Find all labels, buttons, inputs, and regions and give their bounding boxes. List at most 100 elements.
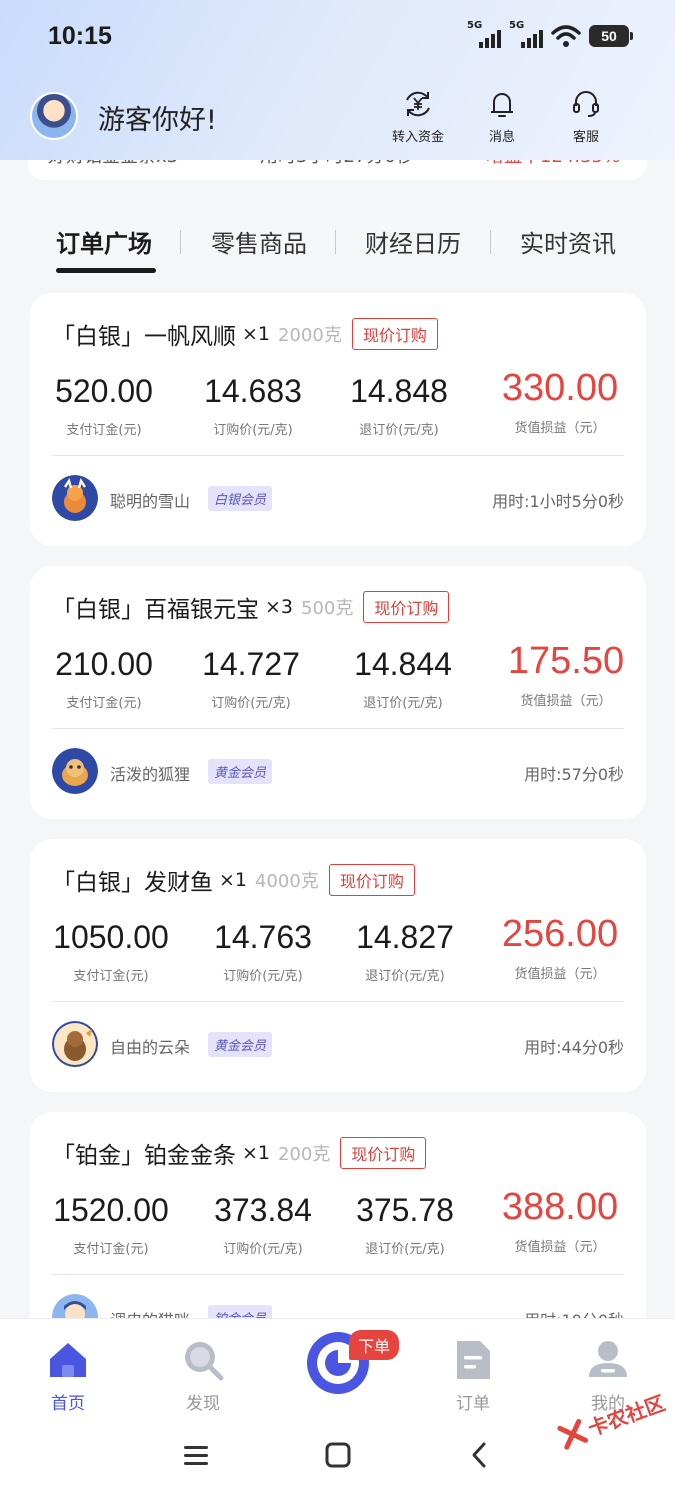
product-name: 「白银」百福银元宝 (52, 597, 259, 623)
deposit-value: 1050.00 (53, 919, 169, 955)
refund-price-value: 14.827 (356, 919, 454, 955)
profit-value: 175.50 (507, 640, 625, 682)
product-quantity: ×3 (265, 596, 294, 618)
profit-metric: 256.00 货值损益（元） (494, 913, 626, 982)
tab-divider (490, 230, 491, 254)
product-quantity: ×1 (219, 869, 248, 891)
top-header-area: 10:15 5G 5G 50 游客你好! 转入资金 消息 客服 (0, 0, 675, 160)
buy-price-metric: 373.84 订购价(元/克) (208, 1190, 318, 1257)
order-type-badge: 现价订购 (351, 318, 438, 350)
deposit-label: 支付订金(元) (73, 1242, 149, 1257)
product-weight: 200克 (278, 1144, 331, 1165)
customer-service-button[interactable]: 客服 (557, 88, 615, 145)
refund-price-label: 退订价(元/克) (363, 696, 443, 711)
order-card[interactable]: 「白银」百福银元宝 ×3 500克 现价订购 210.00 支付订金(元) 14… (30, 566, 646, 819)
refund-price-metric: 14.848 退订价(元/克) (344, 371, 454, 438)
tab-finance-calendar[interactable]: 财经日历 (365, 224, 461, 259)
product-name: 「白银」一帆风顺 (52, 324, 236, 350)
refund-price-label: 退订价(元/克) (359, 423, 439, 438)
profit-metric: 388.00 货值损益（元） (494, 1186, 626, 1255)
active-tab-indicator (56, 268, 156, 273)
buy-price-label: 订购价(元/克) (211, 696, 291, 711)
refund-price-value: 14.844 (354, 646, 452, 682)
app-header: 游客你好! 转入资金 消息 客服 (0, 80, 675, 152)
bell-icon (491, 93, 513, 117)
deposit-metric: 520.00 支付订金(元) (52, 371, 156, 438)
battery-icon: 50 (589, 25, 633, 47)
product-name: 「铂金」铂金金条 (52, 1143, 236, 1169)
yen-exchange-icon (406, 91, 430, 117)
elapsed-time: 用时:57分0秒 (524, 765, 624, 784)
refund-price-metric: 375.78 退订价(元/克) (350, 1190, 460, 1257)
profit-metric: 330.00 货值损益（元） (494, 367, 626, 436)
nav-discover-label: 发现 (186, 1394, 220, 1414)
headset-icon (573, 91, 599, 117)
refund-price-value: 14.848 (350, 373, 448, 409)
profit-metric: 175.50 货值损益（元） (500, 640, 632, 709)
card-divider (52, 455, 624, 456)
buy-price-label: 订购价(元/克) (213, 423, 293, 438)
profit-label: 货值损益（元） (514, 421, 606, 436)
nav-discover[interactable]: 发现 (163, 1339, 243, 1414)
home-icon (50, 1343, 86, 1377)
avatar (52, 1021, 98, 1067)
username: 聪明的雪山 (110, 492, 191, 511)
order-type-badge: 现价订购 (328, 864, 415, 896)
signal-icon-2: 5G (509, 20, 543, 50)
avatar[interactable] (30, 92, 78, 140)
deposit-label: 支付订金(元) (73, 969, 149, 984)
tab-retail-goods[interactable]: 零售商品 (211, 224, 307, 259)
card-divider (52, 728, 624, 729)
profit-value: 256.00 (501, 913, 619, 955)
buy-price-value: 14.763 (214, 919, 312, 955)
menu-icon[interactable] (182, 1441, 210, 1469)
deposit-metric: 1520.00 支付订金(元) (50, 1190, 172, 1257)
refund-price-label: 退订价(元/克) (365, 969, 445, 984)
order-card[interactable]: 「白银」发财鱼 ×1 4000克 现价订购 1050.00 支付订金(元) 14… (30, 839, 646, 1092)
deposit-value: 1520.00 (53, 1192, 169, 1228)
refund-price-label: 退订价(元/克) (365, 1242, 445, 1257)
username: 自由的云朵 (110, 1038, 191, 1057)
product-name: 「白银」发财鱼 (52, 870, 213, 896)
username: 活泼的狐狸 (110, 765, 191, 784)
messages-button[interactable]: 消息 (473, 88, 531, 145)
nav-orders[interactable]: 订单 (433, 1339, 513, 1414)
buy-price-value: 14.683 (204, 373, 302, 409)
header-actions: 转入资金 消息 客服 (389, 88, 615, 145)
customer-service-label: 客服 (572, 130, 599, 145)
buy-price-metric: 14.683 订购价(元/克) (198, 371, 308, 438)
refund-price-value: 375.78 (356, 1192, 454, 1228)
tab-divider (335, 230, 336, 254)
profit-label: 货值损益（元） (520, 694, 612, 709)
tab-divider (180, 230, 181, 254)
order-type-badge: 现价订购 (363, 591, 450, 623)
buy-price-value: 373.84 (214, 1192, 312, 1228)
orders-icon (457, 1341, 490, 1379)
member-badge: 白银会员 (208, 486, 273, 511)
status-time: 10:15 (48, 22, 112, 50)
profit-value: 388.00 (501, 1186, 619, 1228)
tab-live-news[interactable]: 实时资讯 (520, 224, 616, 259)
buy-price-label: 订购价(元/克) (223, 1242, 303, 1257)
category-tabs: 订单广场 零售商品 财经日历 实时资讯 (30, 210, 645, 280)
home-square-icon[interactable] (324, 1441, 352, 1469)
product-weight: 4000克 (255, 871, 319, 892)
back-icon[interactable] (466, 1441, 494, 1469)
profit-value: 330.00 (501, 367, 619, 409)
nav-home[interactable]: 首页 (28, 1339, 108, 1414)
signal-icon: 5G (467, 20, 501, 50)
order-card[interactable]: 「白银」一帆风顺 ×1 2000克 现价订购 520.00 支付订金(元) 14… (30, 293, 646, 546)
deposit-label: 支付订金(元) (66, 696, 142, 711)
product-weight: 2000克 (278, 325, 342, 346)
tab-order-plaza[interactable]: 订单广场 (56, 224, 152, 259)
wifi-icon (551, 25, 581, 47)
buy-price-metric: 14.763 订购价(元/克) (208, 917, 318, 984)
deposit-value: 520.00 (55, 373, 153, 409)
nav-home-label: 首页 (51, 1394, 85, 1414)
discover-icon (185, 1342, 224, 1381)
profit-label: 货值损益（元） (514, 967, 606, 982)
product-weight: 500克 (301, 598, 354, 619)
transfer-funds-button[interactable]: 转入资金 (389, 88, 447, 145)
transfer-funds-label: 转入资金 (391, 130, 444, 145)
deposit-metric: 210.00 支付订金(元) (52, 644, 156, 711)
